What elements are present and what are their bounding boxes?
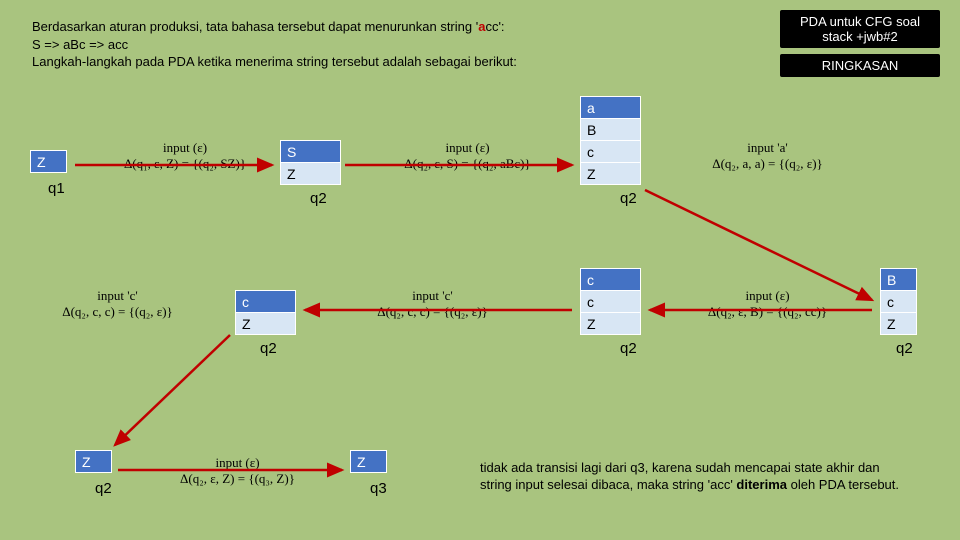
state-q2b: q2 — [620, 190, 637, 207]
stack-cell: c — [881, 291, 917, 313]
stack-q3: Z — [350, 450, 387, 473]
stack-cell: Z — [76, 451, 112, 473]
stack-cell: Z — [881, 313, 917, 335]
stack-q2a: SZ — [280, 140, 341, 185]
state-q2f: q2 — [95, 480, 112, 497]
badge-title: PDA untuk CFG soal stack +jwb#2 — [780, 10, 940, 48]
stack-q2b: aBcZ — [580, 96, 641, 185]
stack-cell: Z — [351, 451, 387, 473]
stack-q2f: Z — [75, 450, 112, 473]
conclusion-text: tidak ada transisi lagi dari q3, karena … — [480, 460, 910, 494]
stack-q1: Z — [30, 150, 67, 173]
state-q2e: q2 — [260, 340, 277, 357]
formula-5: input 'c' Δ(q₂, c, c) = {(q₂, ε)} — [345, 288, 520, 320]
stack-cell: c — [236, 291, 296, 313]
formula-4: input (ε) Δ(q₂, ε, B) = {(q₂, cc)} — [680, 288, 855, 320]
stack-cell: B — [581, 119, 641, 141]
intro-text: Berdasarkan aturan produksi, tata bahasa… — [32, 18, 652, 71]
formula-6: input 'c' Δ(q₂, c, c) = {(q₂, ε)} — [30, 288, 205, 320]
stack-cell: Z — [236, 313, 296, 335]
stack-q2c: BcZ — [880, 268, 917, 335]
intro-l3: Langkah-langkah pada PDA ketika menerima… — [32, 54, 517, 69]
formula-2: input (ε) Δ(q₂, ε, S) = {(q₂, aBc)} — [380, 140, 555, 172]
badge-subtitle: RINGKASAN — [780, 54, 940, 77]
stack-cell: Z — [31, 151, 67, 173]
intro-l1c: cc': — [485, 19, 504, 34]
stack-cell: Z — [581, 163, 641, 185]
intro-l1a: Berdasarkan aturan produksi, tata bahasa… — [32, 19, 478, 34]
stack-cell: S — [281, 141, 341, 163]
stack-cell: c — [581, 291, 641, 313]
stack-cell: c — [581, 269, 641, 291]
stack-cell: B — [881, 269, 917, 291]
concl-post: oleh PDA tersebut. — [787, 477, 899, 492]
arrows-layer — [0, 0, 960, 540]
stack-cell: Z — [581, 313, 641, 335]
stack-cell: a — [581, 97, 641, 119]
state-q2a: q2 — [310, 190, 327, 207]
formula-3: input 'a' Δ(q₂, a, a) = {(q₂, ε)} — [680, 140, 855, 172]
stack-cell: Z — [281, 163, 341, 185]
stack-q2e: cZ — [235, 290, 296, 335]
concl-bold: diterima — [736, 477, 787, 492]
intro-l2: S => aBc => acc — [32, 37, 128, 52]
state-q3: q3 — [370, 480, 387, 497]
state-q2c: q2 — [896, 340, 913, 357]
state-q2d: q2 — [620, 340, 637, 357]
formula-7: input (ε) Δ(q₂, ε, Z) = {(q₃, Z)} — [150, 455, 325, 487]
state-q1: q1 — [48, 180, 65, 197]
formula-1: input (ε) Δ(q₁, ε, Z) = {(q₂, SZ)} — [105, 140, 265, 172]
stack-cell: c — [581, 141, 641, 163]
stack-q2d: ccZ — [580, 268, 641, 335]
